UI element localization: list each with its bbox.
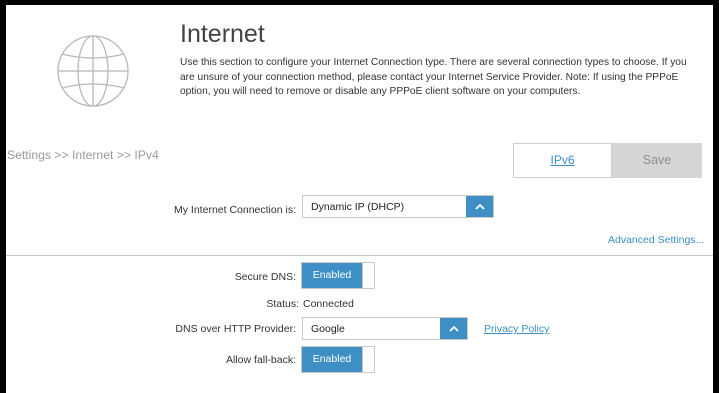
page-title: Internet <box>180 20 265 48</box>
secure-dns-label: Secure DNS: <box>234 271 296 283</box>
toggle-knob <box>362 347 374 372</box>
advanced-settings-link[interactable]: Advanced Settings... <box>608 234 704 246</box>
connection-type-value: Dynamic IP (DHCP) <box>311 201 405 213</box>
fallback-toggle-value: Enabled <box>302 347 362 372</box>
secure-dns-toggle[interactable]: Enabled <box>301 262 375 289</box>
secure-dns-toggle-value: Enabled <box>302 263 362 288</box>
dns-provider-label: DNS over HTTP Provider: <box>175 323 296 335</box>
chevron-up-icon <box>440 318 467 339</box>
fallback-label: Allow fall-back: <box>225 354 296 366</box>
ipv6-button[interactable]: IPv6 <box>513 143 612 178</box>
status-label: Status: <box>266 298 299 310</box>
page-description: Use this section to configure your Inter… <box>180 57 687 97</box>
globe-icon <box>57 35 129 107</box>
fallback-toggle[interactable]: Enabled <box>301 346 375 373</box>
dns-provider-value: Google <box>311 323 345 335</box>
dns-provider-select[interactable]: Google <box>302 317 468 340</box>
connection-type-label: My Internet Connection is: <box>174 204 296 216</box>
chevron-up-icon <box>466 196 493 217</box>
save-button[interactable]: Save <box>612 143 702 178</box>
toggle-knob <box>362 263 374 288</box>
connection-type-select[interactable]: Dynamic IP (DHCP) <box>302 195 494 218</box>
status-value: Connected <box>303 298 354 310</box>
breadcrumb: Settings >> Internet >> IPv4 <box>7 148 159 162</box>
privacy-policy-link[interactable]: Privacy Policy <box>484 323 549 335</box>
section-divider <box>6 255 713 256</box>
